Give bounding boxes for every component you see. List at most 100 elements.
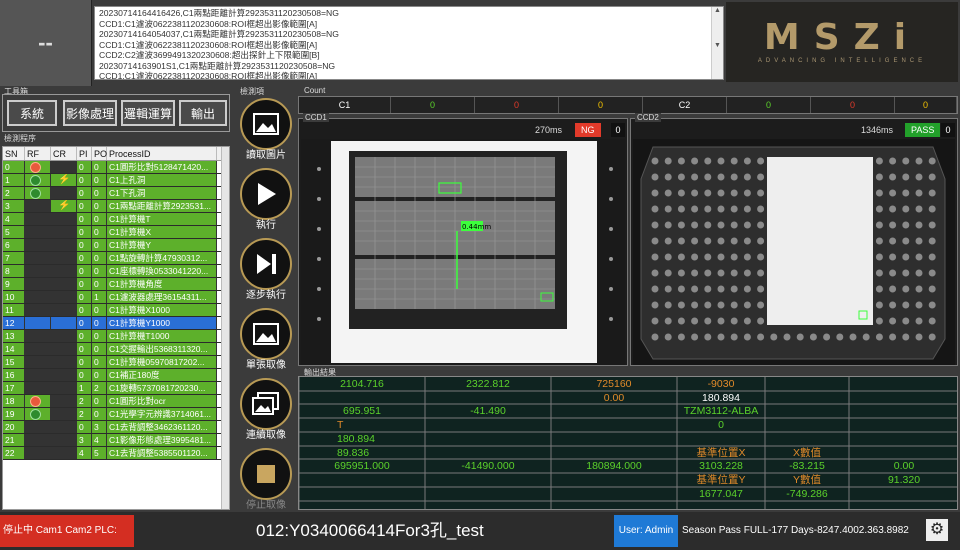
status-dash: -- (38, 30, 53, 55)
output-cell: 基準位置X (696, 447, 746, 459)
stop-capture-button[interactable]: 停止取像 (238, 448, 294, 512)
picture-icon (240, 308, 292, 360)
row-rf (25, 200, 51, 212)
row-processid: C1影像形態處理3995481... (107, 434, 217, 446)
table-row[interactable]: 0 0 0 C1圓形比對5128471420... (3, 161, 229, 174)
output-cell: -9030 (707, 378, 735, 390)
row-cr (51, 278, 77, 290)
output-cell: -749.286 (786, 488, 828, 500)
ccd1-image: 0.44mm (301, 139, 625, 365)
status-bar: 停止中 Cam1 Cam2 PLC: 012:Y0340066414For3孔_… (0, 512, 960, 550)
row-po: 0 (92, 226, 107, 238)
row-po: 0 (92, 369, 107, 381)
row-rf (25, 213, 51, 225)
table-row[interactable]: 22 4 5 C1去背調整5385501120... (3, 447, 229, 460)
table-row[interactable]: 20 0 3 C1去背調整3462361120... (3, 421, 229, 434)
logic-operation-button[interactable]: 邏輯運算 (121, 100, 175, 126)
single-capture-button[interactable]: 單張取像 (238, 308, 294, 372)
row-processid: C1去背調整3462361120... (107, 421, 217, 433)
row-processid: C1去背調整5385501120... (107, 447, 217, 459)
table-row[interactable]: 1 ⚡ 0 0 C1上孔洞 (3, 174, 229, 187)
output-button[interactable]: 輸出 (179, 100, 227, 126)
image-processing-button[interactable]: 影像處理 (63, 100, 117, 126)
system-button[interactable]: 系統 (7, 100, 57, 126)
col-rf: RF (25, 147, 51, 160)
row-pi: 1 (77, 382, 92, 394)
table-row[interactable]: 9 0 0 C1計算機角度 (3, 278, 229, 291)
row-po: 0 (92, 304, 107, 316)
continuous-capture-button[interactable]: 連續取像 (238, 378, 294, 442)
row-cr (51, 213, 77, 225)
stop-capture-label: 停止取像 (246, 500, 286, 511)
reference-green-icon (30, 175, 41, 186)
row-sn: 21 (3, 434, 25, 446)
table-row[interactable]: 7 0 0 C1點旋轉計算47930312... (3, 252, 229, 265)
row-sn: 0 (3, 161, 25, 173)
log-scrollbar[interactable]: ▲ ▼ (711, 7, 723, 79)
table-row[interactable]: 8 0 0 C1座標轉換0533041220... (3, 265, 229, 278)
row-rf (25, 330, 51, 342)
row-sn: 19 (3, 408, 25, 420)
log-panel[interactable]: 20230714164416426,C1兩點距離計算29235311202305… (94, 6, 724, 80)
row-processid: C1旋轉5737081720230... (107, 382, 217, 394)
output-cell: 180.894 (337, 433, 375, 445)
table-row[interactable]: 19 2 0 C1光學字元辨識3714061... (3, 408, 229, 421)
row-pi: 0 (77, 213, 92, 225)
row-rf (25, 343, 51, 355)
output-cell: Y數值 (792, 474, 821, 486)
table-row[interactable]: 14 0 0 C1交握輸出5368311320... (3, 343, 229, 356)
gear-icon[interactable]: ⚙ (926, 519, 948, 541)
run-button[interactable]: 執行 (238, 168, 294, 232)
row-po: 0 (92, 356, 107, 368)
row-sn: 11 (3, 304, 25, 316)
row-po: 0 (92, 252, 107, 264)
row-pi: 2 (77, 395, 92, 407)
table-row[interactable]: 16 0 0 C1補正180度 (3, 369, 229, 382)
table-row[interactable]: 3 ⚡ 0 0 C1兩點距離計算2923531... (3, 200, 229, 213)
output-cell: TZM3112-ALBA (683, 405, 759, 417)
row-po: 0 (92, 239, 107, 251)
output-results-grid[interactable]: 2104.716 2322.812 725160 -9030 0.00 180.894 69… (298, 376, 958, 510)
log-line: 20230714164054037,C1兩點距離計算29235311202305… (99, 29, 339, 39)
table-row[interactable]: 17 1 2 C1旋轉5737081720230... (3, 382, 229, 395)
row-rf (25, 252, 51, 264)
table-row[interactable]: 13 0 0 C1計算機T1000 (3, 330, 229, 343)
table-row[interactable]: 18 2 0 C1圓形比對ocr (3, 395, 229, 408)
row-pi: 0 (77, 200, 92, 212)
table-row[interactable]: 12 0 0 C1計算機Y1000 (3, 317, 229, 330)
table-row[interactable]: 11 0 0 C1計算機X1000 (3, 304, 229, 317)
read-image-button[interactable]: 讀取圖片 (238, 98, 294, 162)
step-run-button[interactable]: 逐步執行 (238, 238, 294, 302)
output-cell: -41490.000 (461, 460, 515, 472)
ccd2-panel[interactable]: CCD2 1346ms PASS 0 (630, 113, 958, 366)
table-row[interactable]: 6 0 0 C1計算機Y (3, 239, 229, 252)
process-table[interactable]: SN RF CR PI PO ProcessID 0 0 0 C1圓形比對512847… (2, 146, 230, 510)
output-cell: X數值 (792, 447, 821, 459)
row-po: 0 (92, 161, 107, 173)
row-sn: 1 (3, 174, 25, 186)
row-sn: 5 (3, 226, 25, 238)
user-button[interactable]: User: Admin (614, 515, 678, 547)
table-row[interactable]: 10 0 1 C1濾波器處理36154311... (3, 291, 229, 304)
row-po: 0 (92, 200, 107, 212)
table-row[interactable]: 21 3 4 C1影像形態處理3995481... (3, 434, 229, 447)
row-cr (51, 343, 77, 355)
row-pi: 0 (77, 343, 92, 355)
row-processid: C1補正180度 (107, 369, 217, 381)
table-row[interactable]: 4 0 0 C1計算機T (3, 213, 229, 226)
row-rf (25, 278, 51, 290)
row-pi: 0 (77, 291, 92, 303)
table-row[interactable]: 15 0 0 C1計算機05970817202... (3, 356, 229, 369)
count-cell: 0 (727, 97, 811, 113)
ccd1-panel[interactable]: CCD1 270ms NG 0 0.44mm (298, 113, 628, 366)
table-row[interactable]: 5 0 0 C1計算機X (3, 226, 229, 239)
row-rf (25, 421, 51, 433)
count-cell: 0 (811, 97, 895, 113)
row-sn: 15 (3, 356, 25, 368)
machine-status: 停止中 Cam1 Cam2 PLC: (0, 515, 134, 547)
table-scrollbar[interactable] (221, 147, 229, 509)
col-po: PO (94, 147, 108, 160)
row-cr (51, 382, 77, 394)
table-row[interactable]: 2 0 0 C1下孔洞 (3, 187, 229, 200)
row-processid: C1濾波器處理36154311... (107, 291, 217, 303)
